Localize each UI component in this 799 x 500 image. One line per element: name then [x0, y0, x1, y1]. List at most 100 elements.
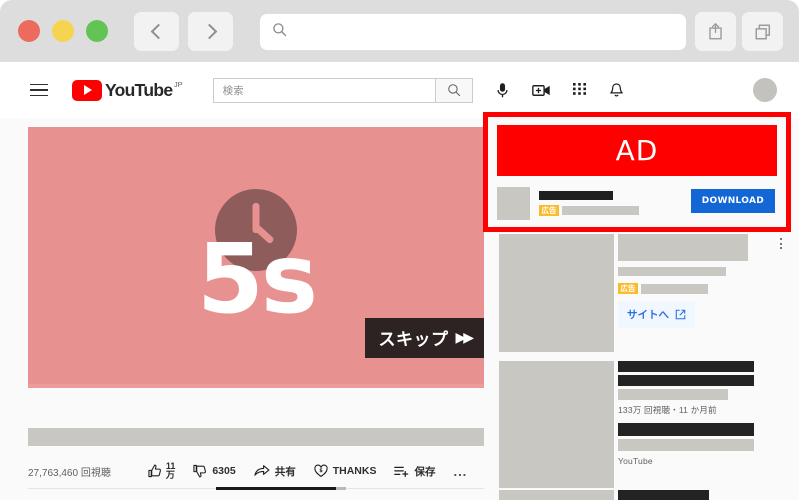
minimize-window-button[interactable] — [52, 20, 74, 42]
search-icon — [272, 22, 287, 42]
fast-forward-icon: ▶▶ — [455, 329, 473, 346]
back-button[interactable] — [134, 12, 179, 51]
tab-underline-indicator-secondary — [336, 487, 346, 490]
address-bar[interactable] — [260, 14, 686, 50]
ad-title-placeholder — [539, 190, 613, 200]
browser-chrome — [0, 0, 799, 62]
visit-site-label: サイトへ — [627, 309, 669, 321]
voice-search-button[interactable] — [495, 82, 510, 99]
chevron-left-icon — [150, 23, 166, 40]
sidebar-video-meta: 133万 回視聴・11 か月前 — [618, 361, 785, 426]
ad-banner[interactable]: AD — [497, 125, 777, 176]
youtube-logo-text: YouTube — [105, 79, 173, 100]
maximize-window-button[interactable] — [86, 20, 108, 42]
sidebar-video-item-2[interactable]: YouTube — [499, 423, 787, 488]
skip-ad-button[interactable]: スキップ ▶▶ — [365, 318, 484, 358]
ad-badge-row: 広告 — [539, 204, 639, 216]
microphone-icon — [497, 82, 508, 97]
bell-icon — [609, 82, 623, 97]
search-submit-button[interactable] — [434, 77, 473, 103]
save-button[interactable]: 保存 — [394, 464, 435, 479]
sidebar-title-line-1 — [618, 423, 754, 436]
kebab-menu-icon[interactable] — [780, 238, 782, 249]
sidebar-title-line-2 — [618, 375, 754, 386]
like-button[interactable]: 11 万 — [148, 462, 176, 480]
share-arrow-icon — [254, 465, 270, 476]
guide-menu-icon[interactable] — [30, 83, 48, 97]
show-tabs-button[interactable] — [742, 12, 783, 51]
ad-highlight-box: AD 広告 DOWNLOAD — [483, 112, 791, 232]
sidebar-thumbnail — [499, 361, 614, 426]
video-player[interactable]: 5s スキップ ▶▶ — [28, 127, 484, 384]
dislike-button[interactable]: 6305 — [193, 464, 236, 478]
sidebar-video-item-1[interactable]: 133万 回視聴・11 か月前 — [499, 361, 787, 426]
sidebar-ad-item[interactable]: 広告 サイトへ — [499, 234, 787, 352]
sidebar-ad-meta: 広告 サイトへ — [618, 234, 785, 352]
forward-button[interactable] — [188, 12, 233, 51]
svg-text:$: $ — [319, 468, 323, 474]
ad-badge: 広告 — [539, 204, 559, 216]
thumbs-down-icon — [193, 464, 207, 478]
share-icon — [709, 23, 722, 40]
more-actions-button[interactable]: ... — [453, 464, 467, 479]
ad-thumbnail — [497, 186, 530, 220]
sidebar-video-item-3[interactable] — [499, 490, 787, 500]
search-icon — [447, 84, 460, 97]
sidebar-channel-placeholder — [618, 439, 754, 451]
sidebar-channel-name: YouTube — [618, 456, 653, 466]
sidebar-channel-placeholder — [618, 389, 728, 400]
visit-site-button[interactable]: サイトへ — [618, 301, 695, 328]
ad-advertiser-placeholder — [562, 205, 639, 215]
search-input-placeholder: 検索 — [222, 84, 244, 97]
sidebar-ad-title-line-1 — [618, 234, 748, 261]
thanks-label: THANKS — [332, 465, 377, 477]
tabs-icon — [755, 24, 770, 39]
sidebar-title-line-1 — [618, 490, 709, 500]
share-button[interactable]: 共有 — [254, 464, 296, 479]
close-window-button[interactable] — [18, 20, 40, 42]
skip-ad-label: スキップ — [378, 330, 449, 350]
thanks-button[interactable]: $ THANKS — [314, 464, 377, 478]
sidebar-ad-advertiser-placeholder — [641, 283, 708, 294]
create-video-icon — [531, 84, 550, 96]
chevron-right-icon — [201, 23, 217, 40]
youtube-logo[interactable]: YouTube JP — [72, 79, 183, 101]
dislike-count: 6305 — [212, 465, 236, 477]
ad-text-column: 広告 — [539, 190, 639, 216]
youtube-apps-button[interactable] — [572, 83, 587, 97]
video-column: 5s スキップ ▶▶ 27,763,460 回視聴 11 万 6305 共有 $… — [0, 118, 490, 500]
sidebar-video-meta — [618, 490, 785, 500]
video-title-placeholder — [28, 428, 484, 446]
share-label: 共有 — [274, 465, 296, 478]
ad-banner-label: AD — [615, 134, 659, 167]
search-input[interactable]: 検索 — [212, 77, 435, 103]
player-progress-bar[interactable] — [28, 384, 484, 388]
download-button[interactable]: DOWNLOAD — [690, 189, 775, 213]
like-count-unit: 万 — [165, 470, 175, 480]
sidebar-thumbnail — [499, 423, 614, 488]
sidebar-ad-title-line-2 — [618, 267, 726, 276]
create-video-button[interactable] — [531, 83, 551, 98]
thumbs-up-icon — [148, 464, 161, 478]
sidebar-ad-thumbnail — [499, 234, 614, 352]
like-count: 11 万 — [166, 462, 176, 480]
save-label: 保存 — [414, 465, 436, 478]
account-avatar[interactable] — [753, 78, 777, 102]
heart-dollar-icon: $ — [314, 464, 328, 477]
app-root: YouTube JP 検索 5s スキップ ▶▶ 27,763,460 回視聴 … — [0, 0, 799, 500]
ellipsis-icon: ... — [453, 463, 468, 479]
share-button[interactable] — [695, 12, 736, 51]
youtube-header: YouTube JP 検索 — [0, 62, 799, 118]
playlist-add-icon — [394, 466, 409, 477]
youtube-logo-country: JP — [173, 79, 183, 89]
external-link-icon — [675, 309, 686, 320]
notifications-button[interactable] — [609, 82, 624, 99]
sidebar-thumbnail — [499, 490, 614, 500]
sidebar-title-line-1 — [618, 361, 754, 372]
countdown-label: 5s — [197, 223, 318, 335]
view-count: 27,763,460 回視聴 — [28, 467, 111, 479]
tab-underline-indicator — [216, 487, 336, 490]
video-stats-row: 27,763,460 回視聴 11 万 6305 共有 $ THANKS 保存 … — [28, 456, 484, 486]
ad-badge: 広告 — [618, 283, 638, 294]
sidebar-video-stats: 133万 回視聴・11 か月前 — [618, 405, 717, 415]
